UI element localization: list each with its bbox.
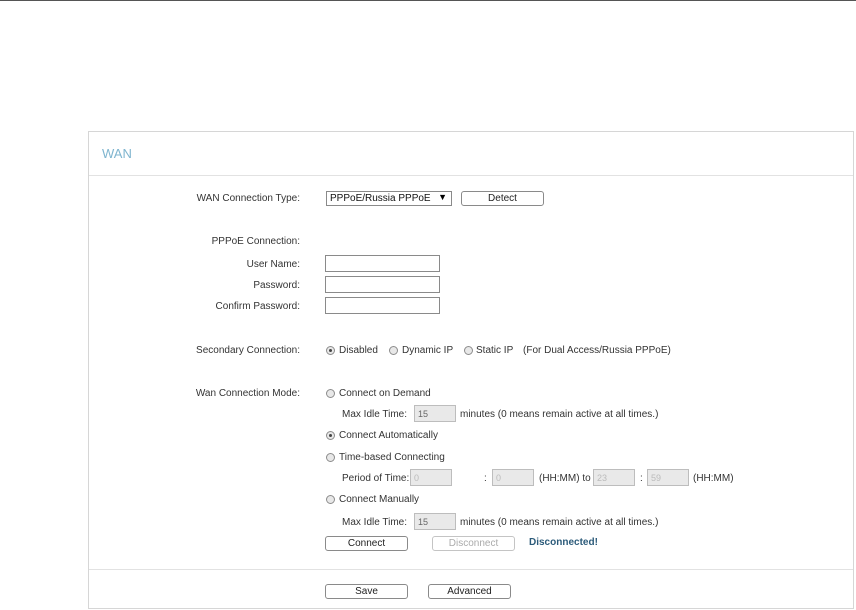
top-divider <box>0 0 856 1</box>
detect-button[interactable]: Detect <box>461 191 544 206</box>
max-idle-time-input-2[interactable]: 15 <box>414 513 456 530</box>
time-based-connecting-radio[interactable] <box>326 453 335 462</box>
confirm-password-label: Confirm Password: <box>215 301 300 312</box>
panel-title: WAN <box>102 146 132 161</box>
secondary-note: (For Dual Access/Russia PPPoE) <box>523 345 671 356</box>
max-idle-time-label-1: Max Idle Time: <box>342 409 408 420</box>
secondary-disabled-radio[interactable] <box>326 346 335 355</box>
wan-settings-panel: WAN WAN Connection Type: PPPoE/Russia PP… <box>88 131 854 609</box>
to-colon: : <box>640 473 643 484</box>
secondary-disabled-label: Disabled <box>339 345 378 356</box>
secondary-static-ip-radio[interactable] <box>464 346 473 355</box>
disconnect-button[interactable]: Disconnect <box>432 536 515 551</box>
connect-manually-label: Connect Manually <box>339 494 420 505</box>
save-button[interactable]: Save <box>325 584 408 599</box>
username-input[interactable] <box>325 255 440 272</box>
connection-status: Disconnected! <box>529 537 598 548</box>
max-idle-time-label-2: Max Idle Time: <box>342 517 408 528</box>
wan-connection-type-select[interactable]: PPPoE/Russia PPPoE ▼ <box>326 191 452 206</box>
connect-manually-radio[interactable] <box>326 495 335 504</box>
password-input[interactable] <box>325 276 440 293</box>
max-idle-time-hint-1: minutes (0 means remain active at all ti… <box>460 409 659 420</box>
wan-connection-mode-label: Wan Connection Mode: <box>195 388 300 399</box>
to-minute-input[interactable]: 59 <box>647 469 689 486</box>
dropdown-arrow-icon: ▼ <box>438 192 447 202</box>
secondary-connection-label: Secondary Connection: <box>196 345 300 356</box>
connect-button[interactable]: Connect <box>325 536 408 551</box>
username-label: User Name: <box>246 259 300 270</box>
max-idle-time-hint-2: minutes (0 means remain active at all ti… <box>460 517 659 528</box>
title-divider <box>89 175 853 176</box>
footer-divider <box>89 569 853 570</box>
hhmm-to-label: (HH:MM) to <box>539 473 591 484</box>
pppoe-connection-label: PPPoE Connection: <box>211 236 300 247</box>
confirm-password-input[interactable] <box>325 297 440 314</box>
to-hour-input[interactable]: 23 <box>593 469 635 486</box>
wan-connection-type-value: PPPoE/Russia PPPoE <box>330 193 431 204</box>
password-label: Password: <box>253 280 300 291</box>
advanced-button[interactable]: Advanced <box>428 584 511 599</box>
secondary-dynamic-ip-radio[interactable] <box>389 346 398 355</box>
connect-automatically-radio[interactable] <box>326 431 335 440</box>
hhmm-end-label: (HH:MM) <box>693 473 734 484</box>
wan-connection-type-label: WAN Connection Type: <box>196 193 300 204</box>
connect-automatically-label: Connect Automatically <box>339 430 438 441</box>
time-based-connecting-label: Time-based Connecting <box>339 452 445 463</box>
from-minute-input[interactable]: 0 <box>492 469 534 486</box>
secondary-dynamic-ip-label: Dynamic IP <box>402 345 454 356</box>
from-colon: : <box>484 473 487 484</box>
from-hour-input[interactable]: 0 <box>410 469 452 486</box>
max-idle-time-input-1[interactable]: 15 <box>414 405 456 422</box>
secondary-static-ip-label: Static IP <box>476 345 514 356</box>
connect-on-demand-radio[interactable] <box>326 389 335 398</box>
connect-on-demand-label: Connect on Demand <box>339 388 431 399</box>
